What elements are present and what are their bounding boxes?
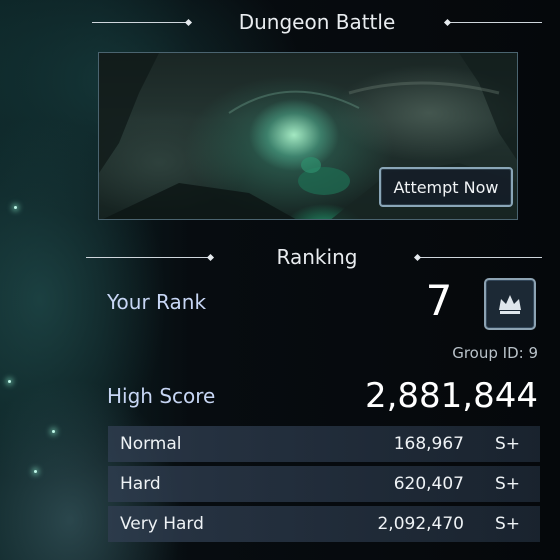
difficulty-score: 2,092,470 bbox=[377, 514, 464, 534]
difficulty-grade: S+ bbox=[494, 474, 520, 494]
ranking-header: Ranking bbox=[86, 245, 542, 271]
background-sparkle bbox=[14, 206, 17, 209]
difficulty-score: 168,967 bbox=[393, 434, 464, 454]
header-divider-right bbox=[448, 22, 542, 23]
difficulty-grade: S+ bbox=[494, 434, 520, 454]
background-sparkle bbox=[52, 430, 55, 433]
difficulty-row-normal: Normal 168,967 S+ bbox=[108, 426, 540, 462]
difficulty-grade: S+ bbox=[494, 514, 520, 534]
crown-icon bbox=[499, 295, 521, 314]
dungeon-preview-panel: Attempt Now bbox=[98, 52, 518, 220]
difficulty-score: 620,407 bbox=[393, 474, 464, 494]
difficulty-name: Very Hard bbox=[120, 514, 204, 534]
difficulty-name: Hard bbox=[120, 474, 161, 494]
attempt-now-button[interactable]: Attempt Now bbox=[379, 167, 513, 207]
difficulty-row-hard: Hard 620,407 S+ bbox=[108, 466, 540, 502]
leaderboard-crown-button[interactable] bbox=[484, 278, 536, 330]
background-sparkle bbox=[8, 380, 11, 383]
your-rank-label: Your Rank bbox=[107, 290, 207, 314]
dungeon-battle-header: Dungeon Battle bbox=[92, 10, 542, 36]
difficulty-name: Normal bbox=[120, 434, 182, 454]
difficulty-row-very-hard: Very Hard 2,092,470 S+ bbox=[108, 506, 540, 542]
header-divider-right bbox=[418, 257, 542, 258]
group-id-text: Group ID: 9 bbox=[452, 344, 538, 362]
background-sparkle bbox=[34, 470, 37, 473]
your-rank-value: 7 bbox=[425, 276, 453, 325]
high-score-value: 2,881,844 bbox=[364, 376, 538, 416]
high-score-label: High Score bbox=[107, 384, 216, 408]
